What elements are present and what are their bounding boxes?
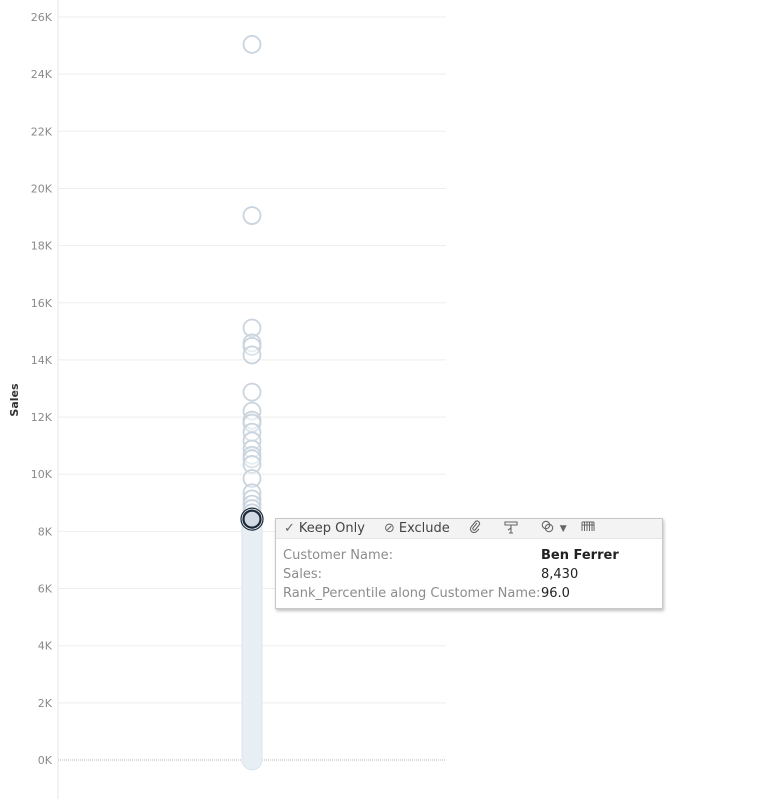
tooltip-label: Customer Name: — [283, 548, 394, 563]
group-members-icon[interactable] — [503, 520, 519, 538]
tooltip-value: 96.0 — [541, 586, 570, 601]
data-point[interactable] — [242, 345, 262, 365]
paperclip-icon[interactable] — [469, 520, 481, 537]
y-tick-label: 10K — [31, 468, 53, 481]
y-tick-label: 4K — [38, 640, 53, 653]
y-tick-label: 22K — [31, 125, 53, 138]
exclude-icon: ⊘ — [383, 521, 395, 536]
dropdown-arrow-icon[interactable]: ▼ — [560, 524, 567, 534]
points-layer — [240, 34, 264, 531]
check-icon: ✓ — [284, 521, 295, 536]
y-tick-label: 6K — [38, 583, 53, 596]
y-tick-label: 20K — [31, 182, 53, 195]
data-point[interactable] — [242, 382, 262, 402]
dense-mark-band[interactable] — [241, 512, 263, 771]
tooltip-value: 8,430 — [541, 567, 579, 582]
tooltip-row-sales: Sales: 8,430 — [283, 565, 662, 584]
keep-only-button[interactable]: ✓ Keep Only — [284, 521, 365, 536]
y-tick-label: 26K — [31, 11, 53, 24]
tooltip-label: Rank_Percentile along Customer Name: — [283, 586, 541, 601]
y-tick-label: 14K — [31, 354, 53, 367]
y-tick-label: 18K — [31, 240, 53, 253]
y-tick-label: 0K — [38, 754, 53, 767]
y-axis: 0K 2K 4K 6K 8K 10K 12K 14K 16K 18K 20K 22K 24K 26K — [31, 0, 59, 799]
selected-data-point[interactable] — [242, 509, 262, 529]
data-point[interactable] — [242, 206, 262, 225]
y-tick-label: 24K — [31, 68, 53, 81]
view-data-icon[interactable] — [581, 521, 595, 536]
data-point[interactable] — [242, 34, 262, 54]
y-tick-label: 8K — [38, 525, 53, 538]
tooltip-row-customer: Customer Name: Ben Ferrer — [283, 546, 662, 565]
keep-only-label: Keep Only — [298, 521, 365, 536]
y-tick-label: 2K — [38, 697, 53, 710]
y-tick-label: 12K — [31, 411, 53, 424]
chart-svg: 0K 2K 4K 6K 8K 10K 12K 14K 16K 18K 20K 22K 24K 26K Sa… — [8, 0, 446, 799]
scatter-chart: 0K 2K 4K 6K 8K 10K 12K 14K 16K 18K 20K 22K 24K 26K Sa… — [0, 0, 460, 799]
tooltip-toolbar: ✓ Keep Only ⊘ Exclude ▼ — [276, 519, 662, 539]
tooltip-value: Ben Ferrer — [541, 548, 619, 563]
y-tick-label: 16K — [31, 297, 53, 310]
tooltip-row-rank: Rank_Percentile along Customer Name: 96.… — [283, 584, 662, 603]
y-axis-title: Sales — [8, 383, 21, 417]
tooltip-label: Sales: — [283, 567, 322, 582]
tooltip-body: Customer Name: Ben Ferrer Sales: 8,430 R… — [276, 539, 662, 603]
tooltip: ✓ Keep Only ⊘ Exclude ▼ Customer Name: B… — [275, 518, 663, 609]
exclude-button[interactable]: ⊘ Exclude — [384, 521, 450, 536]
sets-icon[interactable] — [541, 520, 554, 537]
dense-mark-cluster[interactable] — [241, 512, 263, 771]
exclude-label: Exclude — [398, 521, 450, 536]
